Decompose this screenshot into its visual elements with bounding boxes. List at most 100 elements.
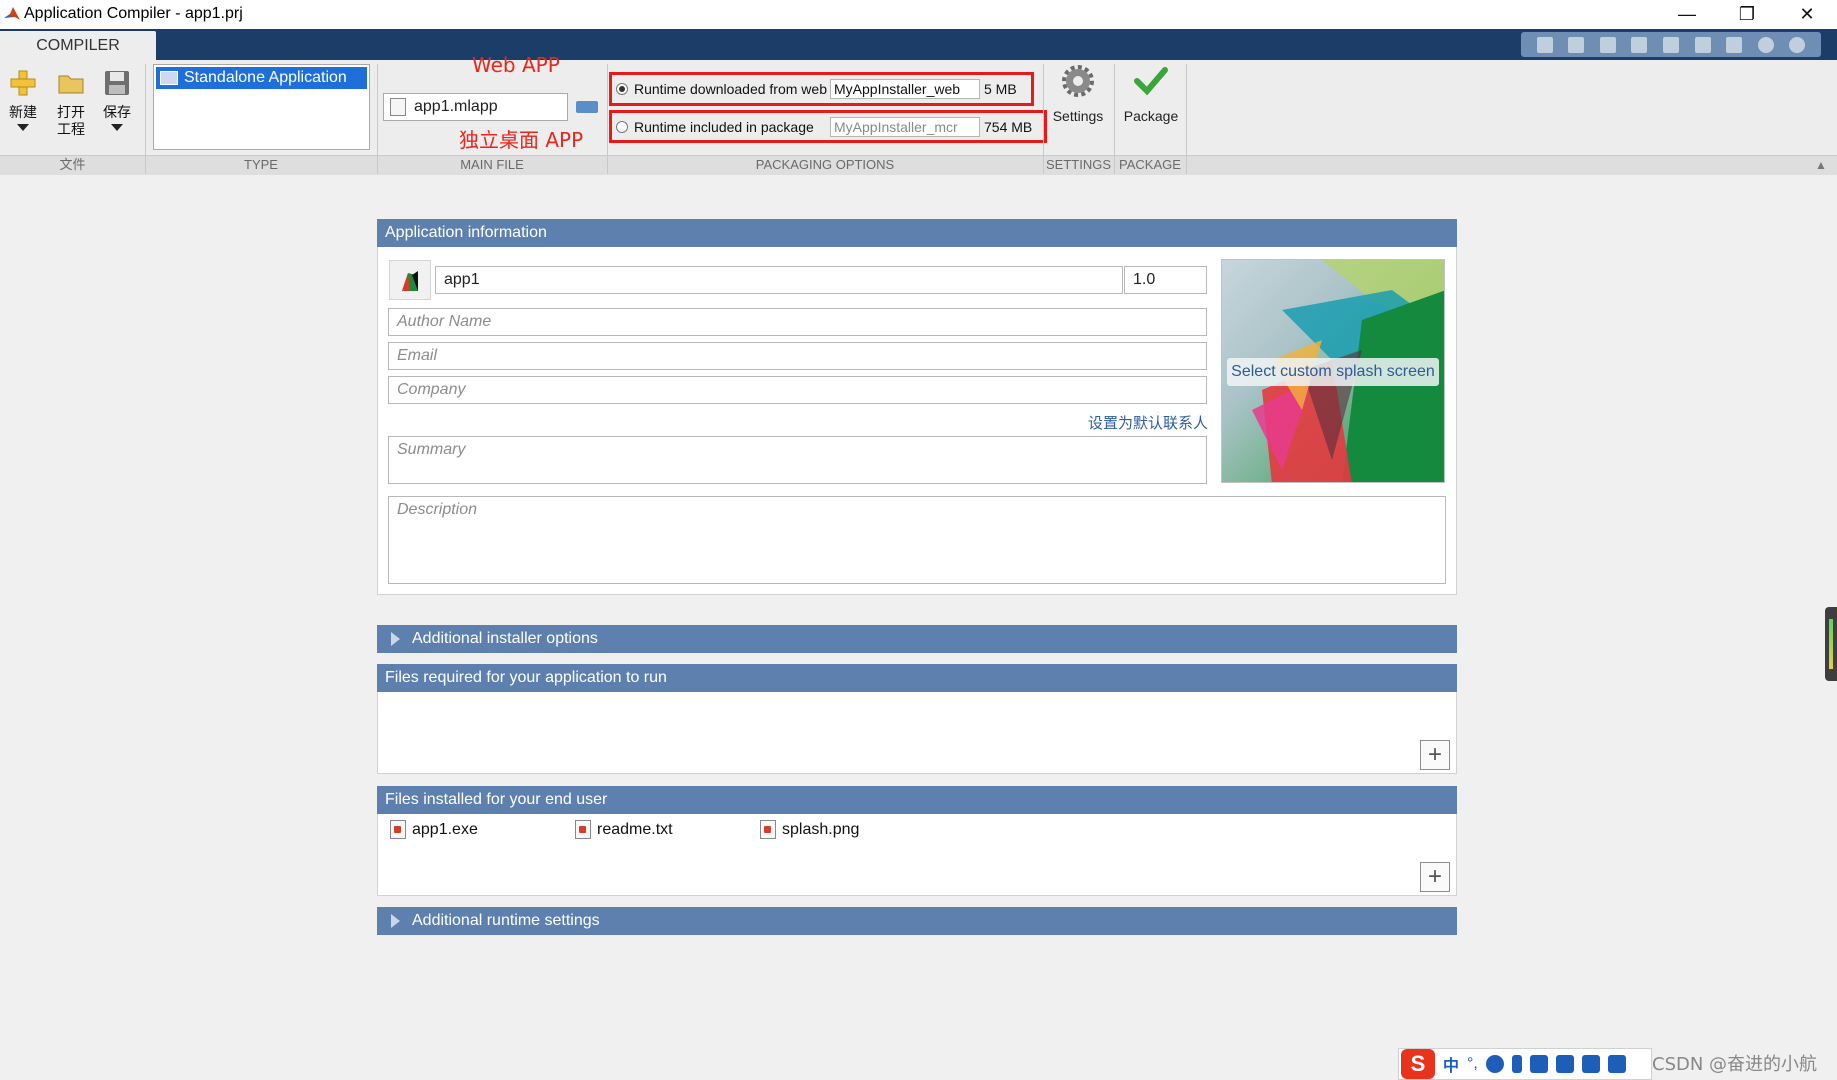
packaging-option-package[interactable]: Runtime included in package MyAppInstall…: [609, 110, 1047, 143]
ime-language-toggle[interactable]: 中: [1443, 1052, 1459, 1076]
mlapp-file-icon: [390, 98, 406, 116]
company-input[interactable]: Company: [388, 376, 1207, 404]
options-icon[interactable]: [1789, 36, 1806, 53]
packaging-option-web[interactable]: Runtime downloaded from web MyAppInstall…: [609, 72, 1034, 106]
settings-button[interactable]: Settings: [1048, 64, 1108, 134]
remove-main-file-button[interactable]: [576, 101, 598, 113]
standalone-app-icon: [160, 71, 178, 85]
group-label-packaging: PACKAGING OPTIONS: [755, 157, 895, 172]
option-package-label: Runtime included in package: [634, 118, 814, 135]
open-label-line1: 打开: [57, 104, 85, 120]
web-size: 5 MB: [984, 81, 1017, 97]
floppy-disk-icon: [105, 71, 129, 95]
keyboard-icon[interactable]: [1529, 1055, 1548, 1073]
type-item-label: Standalone Application: [184, 69, 347, 86]
runtime-settings-header[interactable]: Additional runtime settings: [377, 907, 1457, 935]
files-installed-panel: app1.exe readme.txt splash.png +: [377, 814, 1457, 896]
files-required-label: Files required for your application to r…: [385, 669, 667, 686]
watermark: CSDN @奋进的小航: [1652, 1054, 1818, 1075]
author-name-input[interactable]: Author Name: [388, 308, 1207, 336]
sogou-logo-icon[interactable]: S: [1401, 1049, 1435, 1079]
restore-button[interactable]: ❐: [1717, 0, 1777, 29]
installer-options-header[interactable]: Additional installer options: [377, 625, 1457, 653]
file-icon: [575, 820, 591, 839]
matlab-logo-icon: [4, 7, 20, 20]
files-required-panel: +: [377, 692, 1457, 774]
web-installer-name-input[interactable]: MyAppInstaller_web: [830, 79, 980, 99]
toolbox-icon[interactable]: [1607, 1055, 1626, 1073]
open-project-button[interactable]: 打开 工程: [50, 64, 92, 152]
add-installed-file-button[interactable]: +: [1420, 862, 1450, 892]
app-info-header: Application information: [385, 224, 547, 241]
file-name: splash.png: [782, 820, 860, 838]
app-icon: [402, 271, 418, 291]
installed-file-item[interactable]: splash.png: [760, 820, 859, 839]
redo-icon[interactable]: [1694, 36, 1711, 53]
microphone-icon[interactable]: [1511, 1055, 1522, 1073]
type-item-standalone[interactable]: Standalone Application: [156, 67, 367, 89]
option-web-label: Runtime downloaded from web: [634, 81, 827, 97]
paste-icon[interactable]: [1631, 36, 1648, 53]
plus-icon: [10, 70, 36, 96]
divider: [1186, 64, 1187, 174]
quick-access-toolbar: [1521, 32, 1821, 57]
files-installed-label: Files installed for your end user: [385, 791, 608, 808]
main-file-name: app1.mlapp: [414, 98, 498, 115]
new-label: 新建: [9, 104, 37, 120]
annotation-desktop-app: 独立桌面 APP: [459, 128, 584, 152]
main-file-entry[interactable]: app1.mlapp: [383, 93, 568, 121]
tab-compiler[interactable]: COMPILER: [0, 31, 156, 60]
undo-icon[interactable]: [1662, 36, 1679, 53]
application-type-list[interactable]: Standalone Application: [153, 64, 370, 150]
title-bar: [0, 0, 1837, 29]
help-icon[interactable]: [1757, 36, 1774, 53]
cut-icon[interactable]: [1568, 36, 1585, 53]
installed-file-item[interactable]: app1.exe: [390, 820, 478, 839]
expand-triangle-icon: [391, 632, 400, 646]
file-name: app1.exe: [412, 820, 478, 838]
new-button[interactable]: 新建: [2, 64, 44, 152]
save-button[interactable]: 保存: [96, 64, 138, 152]
set-default-contact-link[interactable]: 设置为默认联系人: [1088, 412, 1208, 433]
collapse-ribbon-icon[interactable]: ▲: [1815, 158, 1827, 172]
panel-header-app-info: Application information: [377, 219, 1457, 247]
group-label-main-file: MAIN FILE: [460, 157, 524, 172]
app-icon-button[interactable]: [389, 260, 431, 300]
annotation-web-app: Web APP: [472, 53, 560, 77]
package-installer-name-input[interactable]: MyAppInstaller_mcr: [830, 116, 980, 137]
group-label-type: TYPE: [244, 157, 278, 172]
select-splash-button[interactable]: Select custom splash screen: [1227, 358, 1439, 386]
settings-label: Settings: [1052, 108, 1104, 124]
installed-file-item[interactable]: readme.txt: [575, 820, 673, 839]
runtime-settings-label: Additional runtime settings: [412, 912, 600, 929]
save-icon[interactable]: [1536, 36, 1553, 53]
radio-web[interactable]: [616, 83, 628, 95]
save-label: 保存: [103, 104, 131, 120]
side-panel-handle[interactable]: [1825, 607, 1837, 681]
package-size: 754 MB: [984, 118, 1033, 135]
app-name-input[interactable]: app1: [435, 266, 1123, 294]
copy-icon[interactable]: [1599, 36, 1616, 53]
switch-windows-icon[interactable]: [1726, 36, 1743, 53]
add-required-file-button[interactable]: +: [1420, 740, 1450, 770]
skin-icon[interactable]: [1581, 1055, 1600, 1073]
radio-package[interactable]: [616, 120, 628, 133]
files-required-header: Files required for your application to r…: [377, 664, 1457, 692]
ime-punctuation-toggle[interactable]: °,: [1467, 1055, 1478, 1073]
email-input[interactable]: Email: [388, 342, 1207, 370]
group-label-file: 文件: [59, 157, 86, 172]
chevron-down-icon: [111, 124, 123, 131]
emoji-icon[interactable]: [1485, 1055, 1504, 1073]
installer-options-label: Additional installer options: [412, 630, 598, 647]
window-title: Application Compiler - app1.prj: [24, 5, 243, 22]
open-label-line2: 工程: [57, 121, 85, 137]
checkmark-icon: [1134, 67, 1168, 96]
minimize-button[interactable]: —: [1657, 0, 1717, 29]
close-button[interactable]: ✕: [1777, 0, 1837, 29]
user-icon[interactable]: [1555, 1055, 1574, 1073]
package-button[interactable]: Package: [1118, 64, 1184, 134]
version-input[interactable]: 1.0: [1124, 266, 1207, 294]
summary-input[interactable]: Summary: [388, 436, 1207, 484]
files-installed-header: Files installed for your end user: [377, 786, 1457, 814]
description-input[interactable]: Description: [388, 496, 1446, 584]
